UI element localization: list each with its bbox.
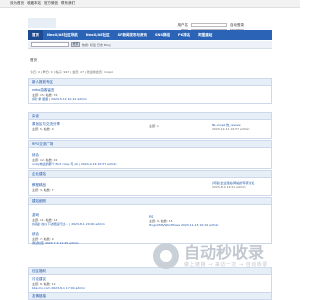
hot-tags[interactable]: 热搜: 标签 日志 Blog [82,43,111,47]
topbar-link-contact[interactable]: 联系我们 [61,1,75,6]
section-panel: 新人报到专区 neko游客留言 主题: 15, 帖数: 76 [转] 求 星星 … [28,78,272,104]
section-panel: 企业建站 教程精品 主题: 3, 帖数: 7 [问答]企业建站/网站的专项讨论 … [28,170,272,196]
nav-item-1[interactable]: NeoX/AE社区导航 [43,33,82,38]
search-input[interactable] [31,42,69,47]
watermark-subtitle: 做上链接 → 来访一次 → 自动收录 [184,262,268,268]
forum-row-b: PS 主题: 9, 帖数: 15 HugoCMS/WordPress 2023-… [149,215,218,227]
nav-item-home[interactable]: 首页 [28,30,43,40]
section-header[interactable]: 杂谈 [29,113,271,120]
watermark-logo-icon [153,243,179,269]
forum-row: 讨论建议 主题: 8, 帖数: 12 bbs.mo.com 2023-8-1 1… [29,275,271,292]
forum-last-post[interactable]: bbs.mo.com 2023-8-1 17:00 admin [32,286,268,290]
section-panel: RPG交流广场 综合 主题: 12, 帖数: 22 unity地表的那个 fin… [28,140,272,169]
forum-row: 原创区与交流分享 主题: 5, 帖数: 9 主题: 1 NL-mopz 的_re… [29,120,271,138]
forum-row: 综合 主题: 12, 帖数: 22 unity地表的那个 find coop 与… [29,148,271,168]
topbar-link-home[interactable]: 设为首页 [10,1,24,6]
nav-item-6[interactable]: 阿里建站 [194,33,216,38]
nav-item-5[interactable]: PK排名 [174,33,194,38]
forum-row: 游戏 主题: 11, 帖数: 14 [好贴] 在以下功能运行过… | 2023-… [29,205,271,245]
forum-stats: 今日: 0 | 昨日: 0 | 帖子: 997 | 会员: 27 | 欢迎新会员… [30,70,113,74]
forum-row: 教程精品 主题: 3, 帖数: 7 [问答]企业建站/网站的专项讨论 2023-… [29,178,271,195]
friend-links-header[interactable]: 友情链接 [28,292,272,300]
topbar-link-wechat[interactable]: 官方微信 [44,1,58,6]
main-nav: 首页 NeoX/AE社区导航 NeoX/AE社区 SF新闻发布与资讯 SNS群组… [28,30,272,40]
search-button[interactable]: 搜索 [71,42,80,47]
topbar-link-favorite[interactable]: 收藏本站 [27,1,41,6]
nav-item-3[interactable]: SF新闻发布与资讯 [114,33,151,38]
auto-login-checkbox[interactable]: 自动登录 [230,23,244,28]
watermark: 自动秒收录 做上链接 → 来访一次 → 自动收录 [153,240,280,272]
section-header[interactable]: 企业建站 [29,171,271,178]
forum-row: neko游客留言 主题: 15, 帖数: 76 [转] 求 星星 | 2024-… [29,86,271,103]
nav-item-2[interactable]: NeoX/AE社区 [82,33,114,38]
breadcrumb[interactable]: 首页 [30,58,37,63]
watermark-title: 自动秒收录 [184,243,265,262]
forum-last-time: 2023-12-11 19:57 admin [212,127,250,131]
section-panel: 杂谈 原创区与交流分享 主题: 5, 帖数: 9 主题: 1 NL-mopz 的… [28,112,272,139]
forum-last-post[interactable]: unity地表的那个 find coop 与 ob | 2024-4-16 15… [32,162,268,166]
section-header[interactable]: RPG交流广场 [29,141,271,148]
forum-last-post[interactable]: HugoCMS/WordPress 2023-11-15 10:19 admin [149,223,218,227]
top-bar: 设为首页 收藏本站 官方微信 联系我们 [0,0,300,8]
section-header[interactable]: 建站细则 [29,198,271,205]
search-bar: 搜索 热搜: 标签 日志 Blog [28,41,272,49]
forum-last-post[interactable]: [转] 求 星星 | 2024-5-12 10:12 admin [32,97,268,101]
username-input[interactable] [191,22,227,28]
username-label: 用户名 [177,22,189,27]
site-logo[interactable] [28,18,56,28]
section-panel: 建站细则 游戏 主题: 11, 帖数: 14 [好贴] 在以下功能运行过… | … [28,197,272,245]
section-header[interactable]: 新人报到专区 [29,79,271,86]
forum-right-meta: 主题: 1 [149,124,159,128]
nav-item-4[interactable]: SNS群组 [151,33,174,38]
forum-last-time: 2023-8-4 14:51 admin [212,185,246,189]
